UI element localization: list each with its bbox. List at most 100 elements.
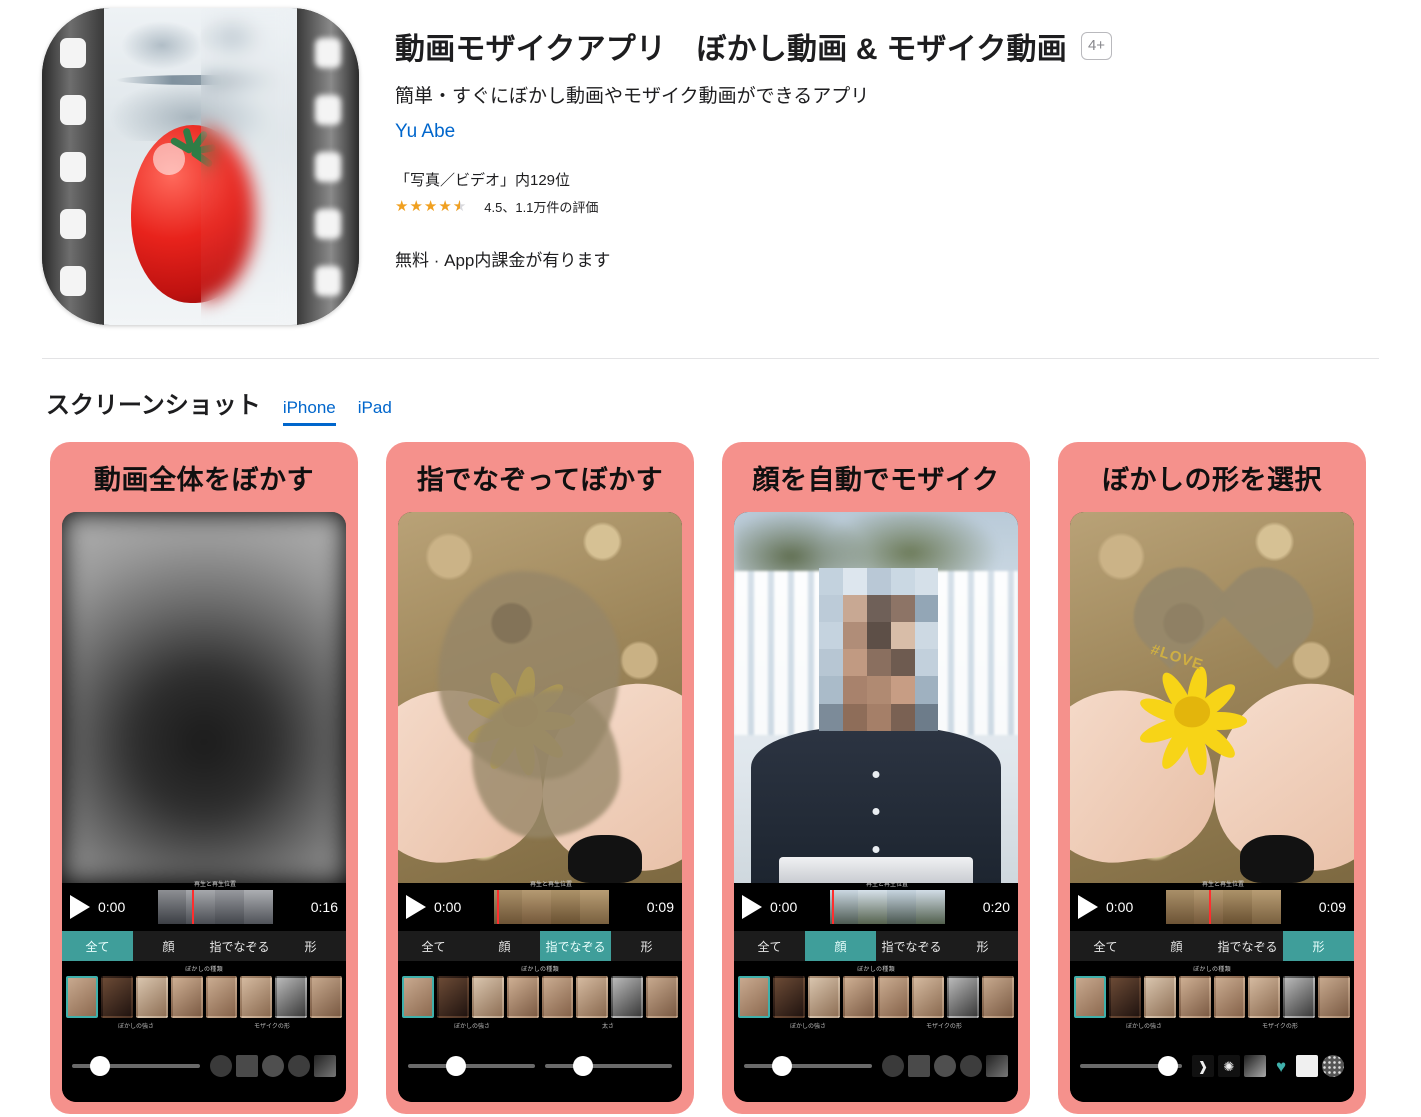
play-icon[interactable] [406, 895, 426, 919]
effect-thumb[interactable] [912, 976, 945, 1018]
effect-thumb[interactable] [1143, 976, 1176, 1018]
effect-thumb[interactable] [1248, 976, 1281, 1018]
play-icon[interactable] [742, 895, 762, 919]
effect-thumb[interactable] [1283, 976, 1316, 1018]
screenshot-card[interactable]: 顔を自動でモザイク 0:00 再生と再生位置 0:20 全て 顔 指でなぞる 形… [722, 442, 1030, 1114]
player-bar[interactable]: 0:00 再生と再生位置 0:20 [734, 882, 1018, 931]
scrubber[interactable]: 再生と再生位置 [493, 882, 609, 924]
blob-shape-icon[interactable] [934, 1055, 956, 1077]
effect-thumb[interactable] [1074, 976, 1106, 1018]
splat-shape-icon[interactable] [960, 1055, 982, 1077]
effect-thumb[interactable] [807, 976, 840, 1018]
playhead[interactable] [192, 890, 194, 924]
effect-thumb[interactable] [436, 976, 469, 1018]
effect-thumb[interactable] [170, 976, 203, 1018]
effect-thumb[interactable] [310, 976, 342, 1018]
player-bar[interactable]: 0:00 再生と再生位置 0:09 [1070, 882, 1354, 931]
splat-shape-icon[interactable] [288, 1055, 310, 1077]
mode-tab-all[interactable]: 全て [734, 931, 805, 961]
filmstrip-scrubber[interactable] [493, 890, 609, 924]
splat-shape-icon[interactable]: ✺ [1218, 1055, 1240, 1077]
screenshots-rail[interactable]: 動画全体をぼかす 0:00 再生と再生位置 0:16 全て 顔 指でなぞる 形 … [50, 442, 1366, 1114]
mode-tab-shape[interactable]: 形 [947, 931, 1018, 961]
effect-thumb[interactable] [1108, 976, 1141, 1018]
scrubber[interactable]: 再生と再生位置 [157, 882, 273, 924]
effect-thumb[interactable] [842, 976, 875, 1018]
playhead[interactable] [496, 890, 499, 924]
mode-tab-all[interactable]: 全て [62, 931, 133, 961]
effect-strip[interactable]: ぼかしの種類 ぼかしの強さ モザイクの形 [734, 961, 1018, 1030]
mode-tab-shape[interactable]: 形 [611, 931, 682, 961]
playhead[interactable] [831, 890, 834, 924]
square-shape-icon[interactable] [236, 1055, 258, 1077]
effect-thumbnails[interactable] [734, 973, 1018, 1018]
tab-iphone[interactable]: iPhone [282, 398, 336, 426]
app-icon[interactable] [42, 8, 359, 325]
effect-thumb[interactable] [772, 976, 805, 1018]
heart-shape-icon[interactable]: ♥ [1270, 1055, 1292, 1077]
video-preview[interactable] [734, 512, 1018, 883]
shape-picker[interactable] [210, 1055, 336, 1077]
mode-tabs[interactable]: 全て 顔 指でなぞる 形 [1070, 931, 1354, 961]
swirl-shape-icon[interactable] [1244, 1055, 1266, 1077]
scrubber[interactable]: 再生と再生位置 [1165, 882, 1281, 924]
mode-tab-face[interactable]: 顔 [133, 931, 204, 961]
thickness-slider[interactable] [545, 1056, 672, 1076]
circle-shape-icon[interactable] [210, 1055, 232, 1077]
playhead[interactable] [1209, 890, 1212, 924]
mode-tab-finger[interactable]: 指でなぞる [540, 931, 611, 961]
effect-thumb[interactable] [471, 976, 504, 1018]
mode-tab-all[interactable]: 全て [1070, 931, 1141, 961]
filmstrip-scrubber[interactable] [1165, 890, 1281, 924]
bottom-controls[interactable] [62, 1030, 346, 1102]
blur-strength-slider[interactable] [744, 1056, 872, 1076]
blur-strength-slider[interactable] [408, 1056, 535, 1076]
effect-thumb[interactable] [738, 976, 770, 1018]
dots-shape-icon[interactable] [1322, 1055, 1344, 1077]
effect-thumbnails[interactable] [398, 973, 682, 1018]
effect-thumb[interactable] [205, 976, 238, 1018]
effect-strip[interactable]: ぼかしの種類 ぼかしの強さ モザイクの形 [62, 961, 346, 1030]
video-preview[interactable]: #LOVE [1070, 512, 1354, 883]
screenshot-card[interactable]: 動画全体をぼかす 0:00 再生と再生位置 0:16 全て 顔 指でなぞる 形 … [50, 442, 358, 1114]
developer-link[interactable]: Yu Abe [395, 121, 1112, 143]
effect-thumb[interactable] [135, 976, 168, 1018]
mode-tabs[interactable]: 全て 顔 指でなぞる 形 [398, 931, 682, 961]
mode-tabs[interactable]: 全て 顔 指でなぞる 形 [734, 931, 1018, 961]
player-bar[interactable]: 0:00 再生と再生位置 0:09 [398, 882, 682, 931]
mode-tab-face[interactable]: 顔 [469, 931, 540, 961]
mode-tabs[interactable]: 全て 顔 指でなぞる 形 [62, 931, 346, 961]
effect-thumbnails[interactable] [62, 973, 346, 1018]
effect-thumb[interactable] [541, 976, 574, 1018]
blur-strength-slider[interactable] [72, 1056, 200, 1076]
effect-thumb[interactable] [611, 976, 644, 1018]
play-icon[interactable] [70, 895, 90, 919]
mode-tab-shape[interactable]: 形 [1283, 931, 1354, 961]
play-icon[interactable] [1078, 895, 1098, 919]
mode-tab-finger[interactable]: 指でなぞる [1212, 931, 1283, 961]
effect-thumb[interactable] [506, 976, 539, 1018]
effect-strip[interactable]: ぼかしの種類 ぼかしの強さ 太さ [398, 961, 682, 1030]
brush-shape-icon[interactable]: ❱ [1192, 1055, 1214, 1077]
effect-thumb[interactable] [1178, 976, 1211, 1018]
effect-thumbnails[interactable] [1070, 973, 1354, 1018]
screenshot-card[interactable]: 指でなぞってぼかす 0:00 再生と再生位置 0:09 全て 顔 指でなぞる 形… [386, 442, 694, 1114]
video-preview[interactable] [398, 512, 682, 883]
effect-thumb[interactable] [982, 976, 1014, 1018]
effect-thumb[interactable] [66, 976, 98, 1018]
effect-thumb[interactable] [646, 976, 678, 1018]
stripe-shape-icon[interactable] [986, 1055, 1008, 1077]
effect-thumb[interactable] [402, 976, 434, 1018]
effect-strip[interactable]: ぼかしの種類 ぼかしの強さ モザイクの形 [1070, 961, 1354, 1030]
effect-thumb[interactable] [1213, 976, 1246, 1018]
filmstrip-scrubber[interactable] [829, 890, 945, 924]
player-bar[interactable]: 0:00 再生と再生位置 0:16 [62, 882, 346, 931]
mode-tab-finger[interactable]: 指でなぞる [204, 931, 275, 961]
mode-tab-finger[interactable]: 指でなぞる [876, 931, 947, 961]
bottom-controls[interactable] [398, 1030, 682, 1102]
effect-thumb[interactable] [877, 976, 910, 1018]
video-preview[interactable] [62, 512, 346, 883]
square-shape-icon[interactable] [1296, 1055, 1318, 1077]
circle-shape-icon[interactable] [882, 1055, 904, 1077]
blob-shape-icon[interactable] [262, 1055, 284, 1077]
